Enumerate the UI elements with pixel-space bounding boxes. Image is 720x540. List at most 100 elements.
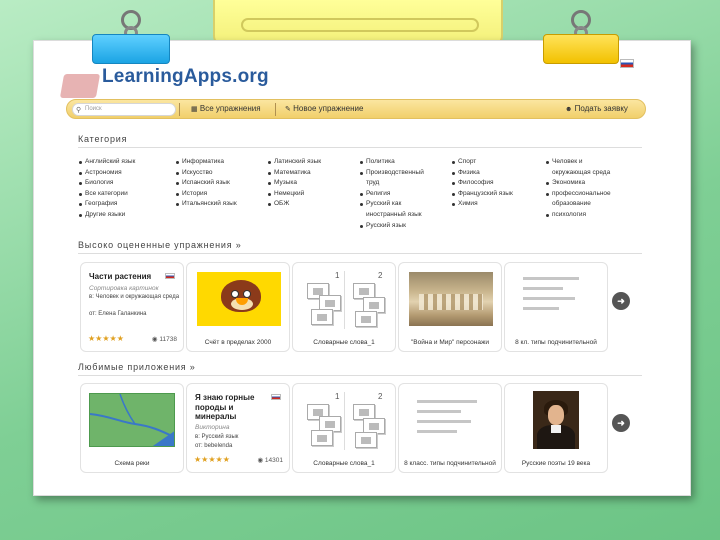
all-exercises-link[interactable]: ▦ Все упражнения <box>191 104 261 113</box>
yellow-clip-icon <box>543 34 619 64</box>
app-card[interactable]: Схема реки <box>80 383 184 473</box>
category-link[interactable]: География <box>79 199 135 210</box>
category-link[interactable]: Итальянский язык <box>176 199 237 210</box>
language-flag-icon <box>165 273 175 279</box>
category-column: Спорт Физика Философия Французский язык … <box>452 157 513 210</box>
word-puzzle-thumbnail: 1 2 <box>301 269 389 329</box>
category-link[interactable]: Русский как иностранный язык <box>360 199 436 220</box>
language-flag-icon[interactable] <box>620 59 634 68</box>
arrow-right-icon[interactable]: ➜ <box>612 414 630 432</box>
app-category: в: Русский язык <box>195 434 239 440</box>
page-number: 1 <box>335 271 340 280</box>
angry-bird-thumbnail <box>197 272 281 326</box>
page-number: 2 <box>378 392 383 401</box>
app-card[interactable]: 1 2 Словарные слова_1 <box>292 383 396 473</box>
word-puzzle-thumbnail: 1 2 <box>301 390 389 450</box>
river-map-thumbnail <box>89 393 175 447</box>
category-link[interactable]: Химия <box>452 199 513 210</box>
logo-mark-icon <box>59 74 101 98</box>
category-link[interactable]: История <box>176 189 237 200</box>
rating-stars: ★★★★★ <box>88 334 124 343</box>
app-type: Викторина <box>195 424 230 431</box>
category-link[interactable]: Математика <box>268 168 321 179</box>
eye-icon: ◉ <box>257 457 264 464</box>
category-link[interactable]: Человек и окружающая среда <box>546 157 622 178</box>
category-link[interactable]: Производственный труд <box>360 168 436 189</box>
view-count: ◉ 14301 <box>257 457 283 464</box>
language-flag-icon <box>271 394 281 400</box>
category-column: Информатика Искусство Испанский язык Ист… <box>176 157 237 210</box>
new-exercise-link[interactable]: ✎ Новое упражнение <box>285 104 363 113</box>
app-card-info[interactable]: Части растения Сортировка картинок в: Че… <box>80 262 184 352</box>
category-link[interactable]: психология <box>546 210 622 221</box>
category-link[interactable]: Биология <box>79 178 135 189</box>
category-link[interactable]: Религия <box>360 189 436 200</box>
category-link[interactable]: Астрономия <box>79 168 135 179</box>
text-lines-thumbnail <box>523 275 593 325</box>
app-caption: Словарные слова_1 <box>313 339 375 346</box>
app-caption: Схема реки <box>114 460 150 467</box>
portrait-thumbnail <box>533 391 579 449</box>
grid-icon: ▦ <box>191 106 198 113</box>
category-column: Английский язык Астрономия Биология Все … <box>79 157 135 221</box>
app-card[interactable]: "Война и Мир" персонажи <box>398 262 502 352</box>
app-author: от: Елена Галанкина <box>89 311 147 317</box>
category-link[interactable]: ОБЖ <box>268 199 321 210</box>
category-link[interactable]: Другие языки <box>79 210 135 221</box>
arrow-right-icon[interactable]: ➜ <box>612 292 630 310</box>
category-link[interactable]: Испанский язык <box>176 178 237 189</box>
category-link[interactable]: Спорт <box>452 157 513 168</box>
app-card[interactable]: 8 класс. типы подчинительной <box>398 383 502 473</box>
category-link[interactable]: Искусство <box>176 168 237 179</box>
category-link[interactable]: Физика <box>452 168 513 179</box>
page-number: 2 <box>378 271 383 280</box>
search-input[interactable]: ⚲ Поиск <box>72 103 176 116</box>
page-number: 1 <box>335 392 340 401</box>
app-card-info[interactable]: Я знаю горные породы и минералы Викторин… <box>186 383 290 473</box>
category-link[interactable]: Музыка <box>268 178 321 189</box>
user-icon: ☻ <box>565 106 573 113</box>
submit-request-link[interactable]: ☻ Подать заявку <box>565 104 628 113</box>
blue-clip-icon <box>92 34 170 64</box>
favorites-title[interactable]: Любимые приложения » <box>78 362 196 372</box>
text-lines-thumbnail <box>417 396 487 446</box>
category-link[interactable]: Русский язык <box>360 221 436 232</box>
category-link[interactable]: Экономика <box>546 178 622 189</box>
edit-icon: ✎ <box>285 106 291 113</box>
app-author: от: bebelenda <box>195 443 233 449</box>
category-link[interactable]: Философия <box>452 178 513 189</box>
app-title: Части растения <box>89 272 152 281</box>
category-column: Политика Производственный труд Религия Р… <box>360 157 436 231</box>
category-column: Латинский язык Математика Музыка Немецки… <box>268 157 321 210</box>
category-link[interactable]: Все категории <box>79 189 135 200</box>
app-category: в: Человек и окружающая среда <box>89 294 180 300</box>
navbar: ⚲ Поиск ▦ Все упражнения ✎ Новое упражне… <box>66 99 646 119</box>
search-placeholder: Поиск <box>85 106 102 112</box>
category-link[interactable]: Французский язык <box>452 189 513 200</box>
app-caption: "Война и Мир" персонажи <box>411 339 489 346</box>
category-column: Человек и окружающая среда Экономика про… <box>546 157 622 221</box>
app-caption: Русские поэты 19 века <box>521 460 591 467</box>
category-link[interactable]: Английский язык <box>79 157 135 168</box>
site-logo[interactable]: LearningApps.org <box>102 66 269 88</box>
search-icon: ⚲ <box>76 107 82 114</box>
categories-title: Категория <box>78 134 128 144</box>
category-link[interactable]: Политика <box>360 157 436 168</box>
app-card[interactable]: 8 кл. типы подчинительной <box>504 262 608 352</box>
app-caption: Словарные слова_1 <box>313 460 375 467</box>
painting-thumbnail <box>409 272 493 326</box>
app-card[interactable]: Счёт в пределах 2000 <box>186 262 290 352</box>
view-count: ◉ 11738 <box>151 336 177 343</box>
rating-stars: ★★★★★ <box>194 455 230 464</box>
category-link[interactable]: профессиональное образование <box>546 189 622 210</box>
top-rated-title[interactable]: Высоко оцененные упражнения » <box>78 240 242 250</box>
app-card[interactable]: 1 2 Словарные слова_1 <box>292 262 396 352</box>
app-card[interactable]: Русские поэты 19 века <box>504 383 608 473</box>
app-caption: 8 кл. типы подчинительной <box>515 339 597 346</box>
eye-icon: ◉ <box>151 336 158 343</box>
category-link[interactable]: Немецкий <box>268 189 321 200</box>
app-type: Сортировка картинок <box>89 285 159 292</box>
category-link[interactable]: Информатика <box>176 157 237 168</box>
category-link[interactable]: Латинский язык <box>268 157 321 168</box>
app-title: Я знаю горные породы и минералы <box>195 393 255 421</box>
